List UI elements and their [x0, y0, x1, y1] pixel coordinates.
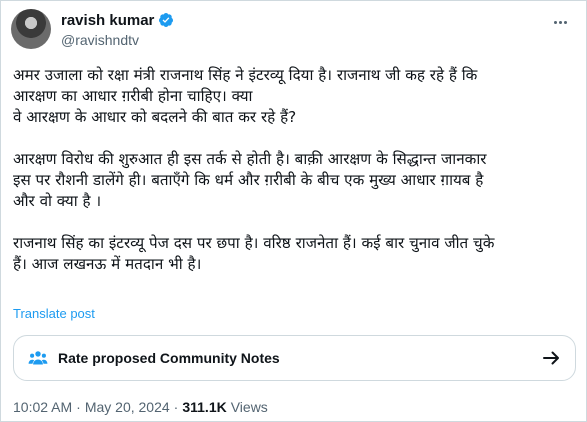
tweet-text: अमर उजाला को रक्षा मंत्री राजनाथ सिंह ने… — [13, 65, 578, 275]
verified-badge-icon — [159, 13, 174, 27]
tweet-date[interactable]: May 20, 2024 — [85, 399, 170, 415]
text-line: अमर उजाला को रक्षा मंत्री राजनाथ सिंह ने… — [13, 66, 478, 84]
text-line: और वो क्या है । — [13, 192, 102, 210]
paragraph-3: राजनाथ सिंह का इंटरव्यू पेज दस पर छपा है… — [13, 233, 578, 275]
tweet-header: ravish kumar @ravishndtv — [11, 9, 571, 49]
text-line: आरक्षण विरोध की शुरुआत ही इस तर्क से होत… — [13, 150, 487, 168]
author-names: ravish kumar @ravishndtv — [61, 11, 174, 48]
display-name[interactable]: ravish kumar — [61, 12, 154, 29]
text-line: इस पर रौशनी डालेंगे ही। बताएँगे कि धर्म … — [13, 171, 484, 189]
arrow-right-icon — [543, 351, 559, 365]
separator: · — [173, 399, 179, 415]
paragraph-1: अमर उजाला को रक्षा मंत्री राजनाथ सिंह ने… — [13, 65, 578, 128]
community-notes-label: Rate proposed Community Notes — [58, 350, 280, 366]
handle[interactable]: @ravishndtv — [61, 32, 174, 48]
tweet-time[interactable]: 10:02 AM — [13, 399, 72, 415]
paragraph-2: आरक्षण विरोध की शुरुआत ही इस तर्क से होत… — [13, 149, 578, 212]
avatar[interactable] — [11, 9, 51, 49]
more-icon[interactable] — [549, 13, 571, 31]
text-line: राजनाथ सिंह का इंटरव्यू पेज दस पर छपा है… — [13, 234, 495, 252]
tweet-card: ravish kumar @ravishndtv अमर उजाला को रक… — [0, 0, 587, 422]
translate-link[interactable]: Translate post — [13, 306, 95, 321]
text-line: हैं। आज लखनऊ में मतदान भी है। — [13, 255, 202, 273]
name-row: ravish kumar — [61, 11, 174, 29]
views-count: 311.1K — [182, 399, 227, 415]
community-notes-button[interactable]: Rate proposed Community Notes — [13, 335, 576, 381]
people-icon — [28, 351, 48, 365]
text-line: आरक्षण का आधार ग़रीबी होना चाहिए। क्या — [13, 87, 253, 105]
tweet-meta: 10:02 AM · May 20, 2024 · 311.1K Views — [13, 399, 268, 415]
views-label: Views — [230, 399, 268, 415]
separator: · — [76, 399, 81, 415]
text-line: वे आरक्षण के आधार को बदलने की बात कर रहे… — [13, 108, 297, 126]
